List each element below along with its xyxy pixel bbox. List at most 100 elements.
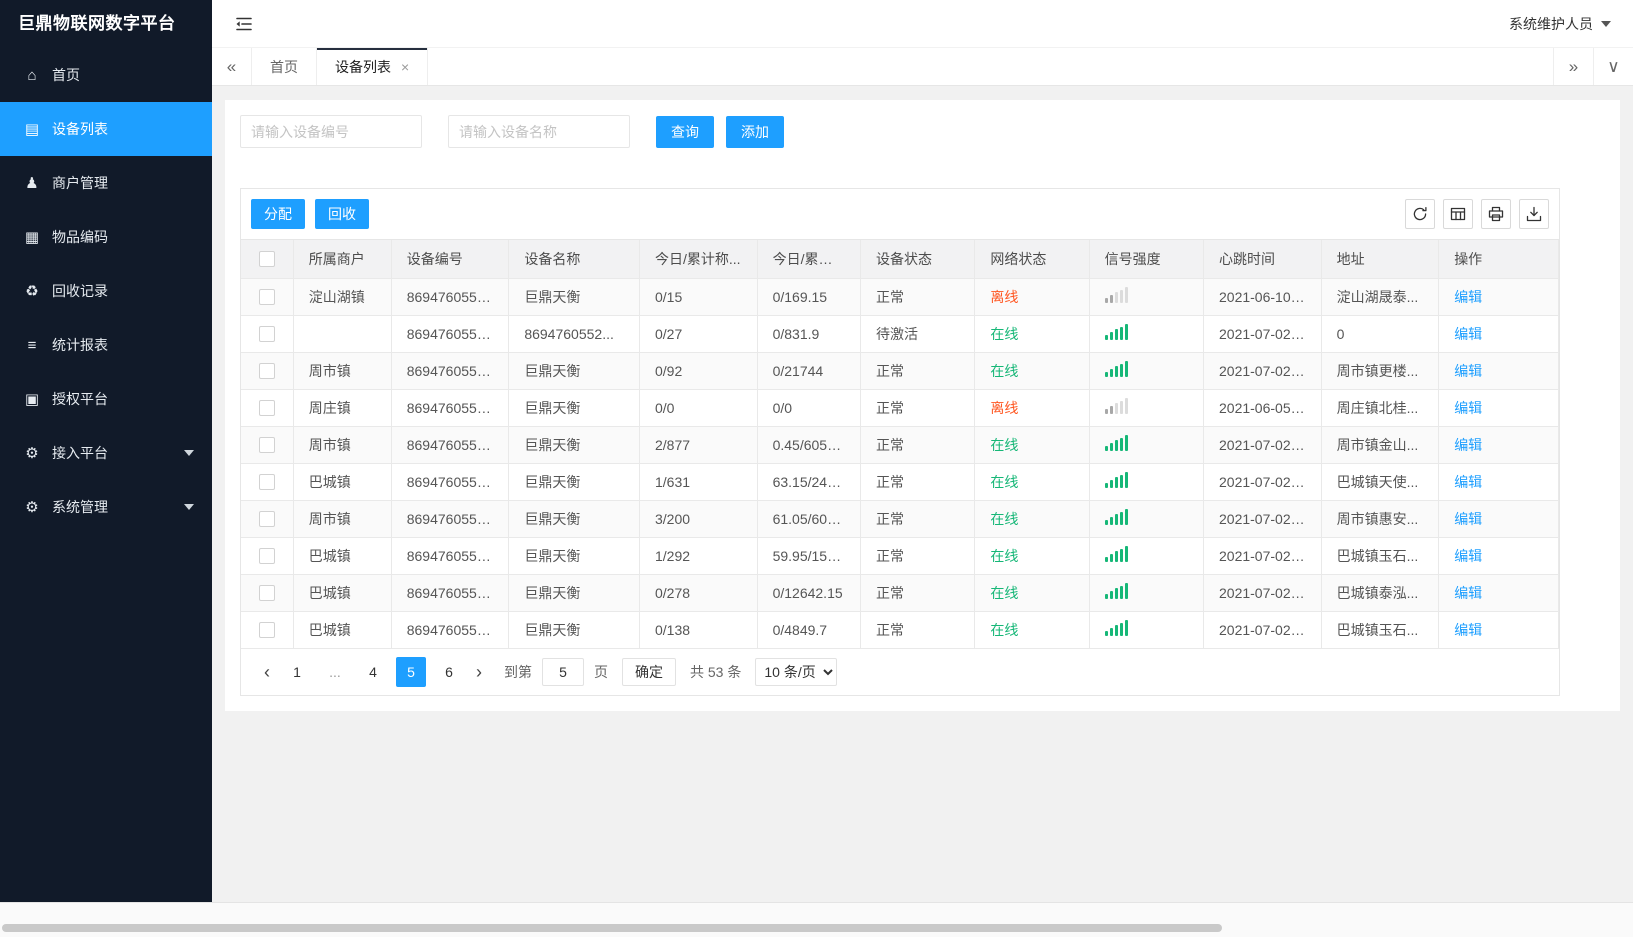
select-all-checkbox[interactable] <box>258 251 275 268</box>
network-status-badge: 在线 <box>990 473 1019 490</box>
cell-device-name: 巨鼎天衡 <box>508 611 640 649</box>
close-icon[interactable]: × <box>401 59 409 75</box>
edit-link[interactable]: 编辑 <box>1454 474 1482 490</box>
row-checkbox[interactable] <box>258 511 275 528</box>
prev-page-button[interactable]: ‹ <box>256 657 278 687</box>
page-button[interactable]: 6 <box>434 657 464 687</box>
page-size-select[interactable]: 10 条/页 <box>755 657 838 686</box>
add-button[interactable]: 添加 <box>726 115 784 148</box>
network-status-badge: 在线 <box>990 584 1019 601</box>
sidebar-item-system-management[interactable]: ⚙ 系统管理 <box>0 480 212 534</box>
cell-weigh-weight: 63.15/24785... <box>757 463 862 501</box>
cell-device-status: 正常 <box>860 574 976 612</box>
cell-merchant: 周市镇 <box>293 500 392 538</box>
merchant-icon: ♟ <box>25 175 39 192</box>
cell-weigh-count: 0/138 <box>639 611 758 649</box>
assign-button[interactable]: 分配 <box>251 199 305 229</box>
cell-heartbeat: 2021-07-02 ... <box>1203 426 1322 464</box>
goto-page-input[interactable] <box>542 657 584 686</box>
tab-device-list[interactable]: 设备列表 × <box>317 48 429 85</box>
sidebar-item-label: 接入平台 <box>52 445 108 461</box>
sidebar-item-authorization-platform[interactable]: ▣ 授权平台 <box>0 372 212 426</box>
row-checkbox[interactable] <box>258 326 275 343</box>
user-menu[interactable]: 系统维护人员 <box>1509 14 1611 34</box>
print-icon[interactable] <box>1481 199 1511 229</box>
device-no-input[interactable] <box>240 115 422 148</box>
scrollbar-thumb[interactable] <box>2 924 1222 932</box>
sidebar-item-recycle-records[interactable]: ♻ 回收记录 <box>0 264 212 318</box>
edit-link[interactable]: 编辑 <box>1454 511 1482 527</box>
cell-merchant: 淀山湖镇 <box>293 278 392 316</box>
table-row: 周市镇 8694760552... 巨鼎天衡 0/92 0/21744 正常 在… <box>241 352 1559 390</box>
columns-icon[interactable] <box>1443 199 1473 229</box>
row-checkbox[interactable] <box>258 437 275 454</box>
tab-bar: « 首页 设备列表 × » ∨ <box>212 48 1633 86</box>
cell-weigh-weight: 0/831.9 <box>757 315 862 353</box>
device-name-input[interactable] <box>448 115 630 148</box>
sidebar-item-merchant-management[interactable]: ♟ 商户管理 <box>0 156 212 210</box>
cell-heartbeat: 2021-07-02 ... <box>1203 611 1322 649</box>
cell-weigh-weight: 0/12642.15 <box>757 574 862 612</box>
page-button[interactable]: ... <box>320 657 350 687</box>
row-checkbox[interactable] <box>258 289 275 306</box>
cell-device-name: 8694760552... <box>508 315 640 353</box>
sidebar-item-device-list[interactable]: ▤ 设备列表 <box>0 102 212 156</box>
device-table: 所属商户 设备编号 设备名称 今日/累计称... 今日/累计重... 设备状态 … <box>241 240 1559 649</box>
page-button[interactable]: 4 <box>358 657 388 687</box>
cell-device-no: 8694760551... <box>391 611 510 649</box>
edit-link[interactable]: 编辑 <box>1454 363 1482 379</box>
goto-suffix: 页 <box>594 663 608 680</box>
search-row: 查询 添加 <box>240 115 1605 148</box>
signal-strength-icon <box>1104 287 1128 303</box>
edit-link[interactable]: 编辑 <box>1454 289 1482 305</box>
sidebar-item-statistics-report[interactable]: ≡ 统计报表 <box>0 318 212 372</box>
row-checkbox[interactable] <box>258 400 275 417</box>
edit-link[interactable]: 编辑 <box>1454 585 1482 601</box>
row-checkbox[interactable] <box>258 474 275 491</box>
sidebar-item-home[interactable]: ⌂ 首页 <box>0 48 212 102</box>
cell-heartbeat: 2021-07-02 ... <box>1203 463 1322 501</box>
tabs-scroll-right-button[interactable]: » <box>1553 48 1593 85</box>
network-status-badge: 离线 <box>990 288 1019 305</box>
sidebar-item-label: 物品编码 <box>52 229 108 245</box>
cell-device-no: 8694760552... <box>391 426 510 464</box>
row-checkbox[interactable] <box>258 363 275 380</box>
query-button[interactable]: 查询 <box>656 115 714 148</box>
col-actions: 操作 <box>1438 240 1559 279</box>
edit-link[interactable]: 编辑 <box>1454 548 1482 564</box>
chevron-down-icon <box>184 450 194 456</box>
tabs-menu-button[interactable]: ∨ <box>1593 48 1633 85</box>
row-checkbox[interactable] <box>258 548 275 565</box>
sidebar-item-access-platform[interactable]: ⚙ 接入平台 <box>0 426 212 480</box>
page-content: 查询 添加 分配 回收 <box>212 86 1633 902</box>
sidebar-item-item-code[interactable]: ▦ 物品编码 <box>0 210 212 264</box>
recycle-button[interactable]: 回收 <box>315 199 369 229</box>
page-button[interactable]: 1 <box>282 657 312 687</box>
sidebar-item-label: 系统管理 <box>52 499 108 515</box>
tabs-scroll-left-button[interactable]: « <box>212 48 252 85</box>
user-name: 系统维护人员 <box>1509 15 1593 32</box>
sidebar-collapse-icon[interactable] <box>234 14 254 34</box>
cell-device-name: 巨鼎天衡 <box>508 426 640 464</box>
cell-weigh-count: 1/631 <box>639 463 758 501</box>
edit-link[interactable]: 编辑 <box>1454 326 1482 342</box>
cell-device-no: 8694760551... <box>391 537 510 575</box>
refresh-icon[interactable] <box>1405 199 1435 229</box>
edit-link[interactable]: 编辑 <box>1454 622 1482 638</box>
cell-heartbeat: 2021-06-10 ... <box>1203 278 1322 316</box>
page-button[interactable]: 5 <box>396 656 426 687</box>
edit-link[interactable]: 编辑 <box>1454 437 1482 453</box>
sidebar: 巨鼎物联网数字平台 ⌂ 首页 ▤ 设备列表 ♟ 商户管理 ▦ 物品编码 ♻ 回收… <box>0 0 212 902</box>
cell-address: 巴城镇玉石... <box>1321 611 1440 649</box>
row-checkbox[interactable] <box>258 585 275 602</box>
next-page-button[interactable]: › <box>468 657 490 687</box>
row-checkbox[interactable] <box>258 622 275 639</box>
network-status-badge: 在线 <box>990 362 1019 379</box>
tab-home[interactable]: 首页 <box>252 48 317 85</box>
edit-link[interactable]: 编辑 <box>1454 400 1482 416</box>
cell-weigh-count: 0/0 <box>639 389 758 427</box>
export-icon[interactable] <box>1519 199 1549 229</box>
confirm-button[interactable]: 确定 <box>622 657 676 686</box>
cell-weigh-weight: 0/4849.7 <box>757 611 862 649</box>
cell-device-status: 正常 <box>860 278 976 316</box>
